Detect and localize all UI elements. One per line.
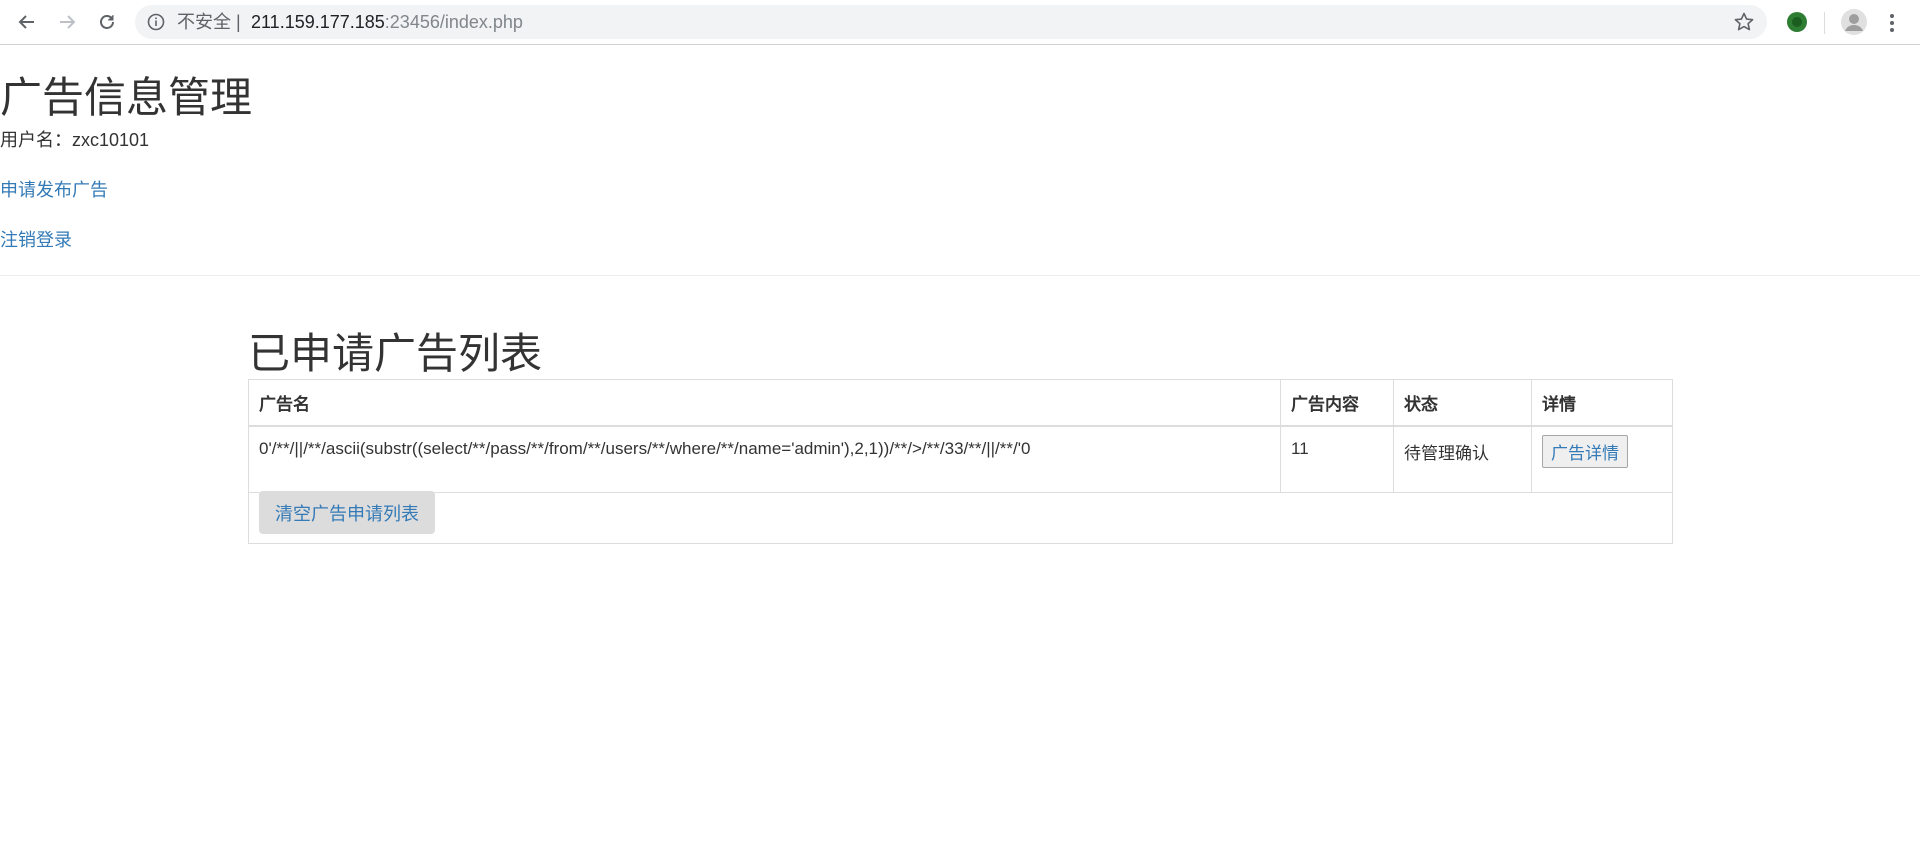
column-header-detail: 详情 — [1531, 380, 1672, 427]
username-line: 用户名：zxc10101 — [0, 126, 149, 152]
username-value: zxc10101 — [72, 130, 150, 150]
logout-link[interactable]: 注销登录 — [0, 226, 72, 252]
table-row: 0'/**/||/**/ascii(substr((select/**/pass… — [249, 425, 1672, 493]
extension-icon[interactable] — [1784, 9, 1810, 35]
ad-table: 广告名 广告内容 状态 详情 0'/**/||/**/ascii(substr(… — [249, 380, 1672, 493]
ad-detail-button[interactable]: 广告详情 — [1542, 435, 1628, 468]
column-header-content: 广告内容 — [1280, 380, 1394, 427]
url-host: 211.159.177.185 — [251, 12, 385, 32]
toolbar-separator — [1824, 12, 1825, 34]
ad-status-cell: 待管理确认 — [1393, 425, 1532, 493]
table-header-row: 广告名 广告内容 状态 详情 — [249, 380, 1672, 427]
forward-arrow-icon — [60, 15, 76, 29]
forward-button[interactable] — [52, 8, 82, 36]
username-label: 用户名： — [0, 130, 72, 150]
column-header-name: 广告名 — [249, 380, 1281, 427]
apply-ad-link[interactable]: 申请发布广告 — [0, 176, 108, 202]
back-button[interactable] — [12, 8, 42, 36]
column-header-status: 状态 — [1393, 380, 1532, 427]
reload-button[interactable] — [92, 8, 122, 36]
divider — [0, 275, 1920, 276]
info-icon[interactable] — [147, 13, 165, 31]
ad-list-panel: 广告名 广告内容 状态 详情 0'/**/||/**/ascii(substr(… — [248, 379, 1673, 544]
ad-detail-cell: 广告详情 — [1531, 425, 1672, 493]
url-text[interactable]: 211.159.177.185:23456/index.php — [251, 5, 523, 39]
reload-icon — [100, 15, 114, 29]
address-bar[interactable]: 不安全 | 211.159.177.185:23456/index.php — [135, 5, 1767, 39]
ad-content-cell: 11 — [1280, 425, 1394, 493]
security-label[interactable]: 不安全 | — [177, 5, 241, 39]
page-title: 广告信息管理 — [0, 74, 253, 121]
profile-avatar-icon[interactable] — [1840, 8, 1868, 36]
ad-list-title: 已申请广告列表 — [248, 330, 543, 377]
clear-list-button[interactable]: 清空广告申请列表 — [259, 491, 435, 534]
url-path: :23456/index.php — [384, 12, 523, 32]
browser-toolbar: 不安全 | 211.159.177.185:23456/index.php — [0, 0, 1920, 45]
bookmark-star-icon[interactable] — [1733, 11, 1755, 33]
back-arrow-icon — [18, 15, 34, 29]
ad-name-cell: 0'/**/||/**/ascii(substr((select/**/pass… — [249, 425, 1281, 493]
more-menu-icon[interactable] — [1882, 10, 1902, 36]
